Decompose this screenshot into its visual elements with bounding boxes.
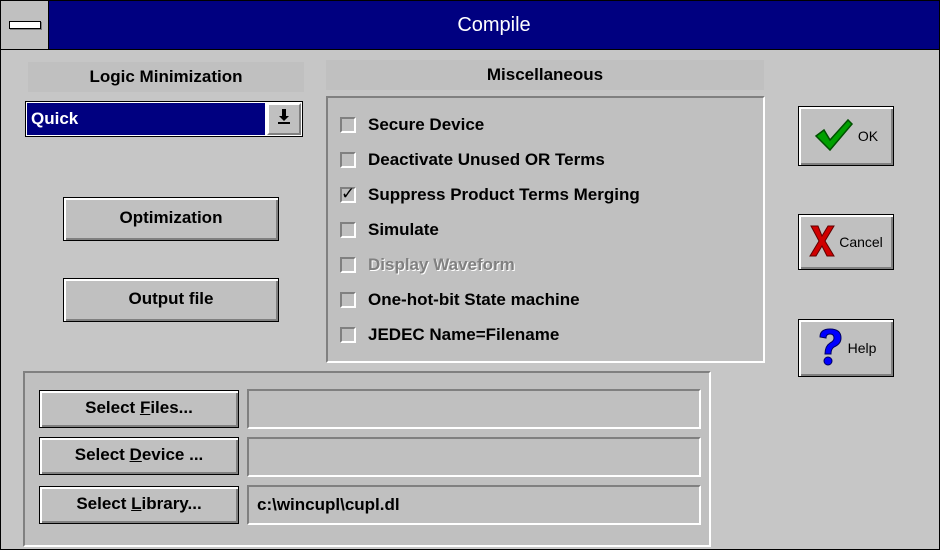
ok-label: OK	[857, 128, 879, 144]
ok-button[interactable]: OK	[798, 106, 894, 166]
option-one-hot-bit-state-machine[interactable]: One-hot-bit State machine	[340, 287, 580, 313]
option-jedec-name-filename[interactable]: JEDEC Name=Filename	[340, 322, 559, 348]
x-icon	[809, 224, 839, 261]
device-field	[247, 437, 701, 477]
select-device-accelerator: D	[129, 445, 142, 464]
option-label: Suppress Product Terms Merging	[368, 185, 640, 204]
select-files-prefix: Select	[85, 398, 140, 417]
arrow-down-icon	[277, 108, 291, 128]
option-label: Display Waveform	[368, 255, 515, 274]
dropdown-button[interactable]	[267, 103, 301, 135]
files-field	[247, 389, 701, 429]
checkbox[interactable]	[340, 292, 356, 308]
checkbox[interactable]	[340, 152, 356, 168]
select-files-accelerator: F	[139, 398, 151, 417]
optimization-button[interactable]: Optimization	[63, 197, 279, 241]
checkbox[interactable]	[340, 222, 356, 238]
logic-minimization-header: Logic Minimization	[28, 62, 304, 92]
selected-value: Quick	[27, 103, 265, 135]
option-secure-device[interactable]: Secure Device	[340, 112, 484, 138]
title-bar: Compile	[1, 1, 939, 50]
system-menu-icon	[9, 21, 41, 29]
select-library-button[interactable]: Select Library...	[39, 486, 239, 524]
select-device-button[interactable]: Select Device ...	[39, 437, 239, 475]
option-deactivate-unused-or-terms[interactable]: Deactivate Unused OR Terms	[340, 147, 605, 173]
compile-dialog: Compile Logic Minimization Miscellaneous…	[0, 0, 940, 550]
checkmark-icon	[814, 118, 858, 155]
system-menu-button[interactable]	[1, 1, 49, 49]
help-label: Help	[847, 340, 877, 356]
select-files-suffix: iles...	[150, 398, 193, 417]
window-title: Compile	[457, 14, 531, 36]
library-field: c:\wincupl\cupl.dl	[247, 485, 701, 525]
option-label: Deactivate Unused OR Terms	[368, 150, 605, 169]
option-label: Secure Device	[368, 115, 485, 134]
option-label: Simulate	[368, 220, 439, 239]
option-label: One-hot-bit State machine	[368, 290, 580, 309]
select-files-button[interactable]: Select Files...	[39, 390, 239, 428]
miscellaneous-panel: Secure Device Deactivate Unused OR Terms…	[326, 96, 765, 363]
select-panel: Select Files... Select Device ... Select…	[23, 371, 711, 547]
checkbox[interactable]	[340, 327, 356, 343]
option-label: JEDEC Name=Filename	[368, 325, 560, 344]
select-device-prefix: Select	[74, 445, 130, 464]
miscellaneous-header: Miscellaneous	[326, 60, 764, 90]
checkbox	[340, 257, 356, 273]
checkbox[interactable]: ✓	[340, 184, 356, 203]
select-library-suffix: ibrary...	[141, 494, 202, 513]
checkbox[interactable]	[340, 117, 356, 133]
checkmark-icon: ✓	[341, 184, 356, 203]
question-mark-icon	[816, 327, 848, 370]
option-simulate[interactable]: Simulate	[340, 217, 439, 243]
cancel-button[interactable]: Cancel	[798, 214, 894, 270]
logic-minimization-select[interactable]: Quick	[25, 101, 303, 137]
output-file-button[interactable]: Output file	[63, 278, 279, 322]
option-display-waveform: Display Waveform	[340, 252, 515, 278]
help-button[interactable]: Help	[798, 319, 894, 377]
select-library-prefix: Select	[76, 494, 132, 513]
select-library-accelerator: L	[131, 494, 142, 513]
cancel-label: Cancel	[839, 234, 883, 250]
option-suppress-product-terms-merging[interactable]: ✓ Suppress Product Terms Merging	[340, 182, 640, 208]
select-device-suffix: evice ...	[141, 445, 204, 464]
